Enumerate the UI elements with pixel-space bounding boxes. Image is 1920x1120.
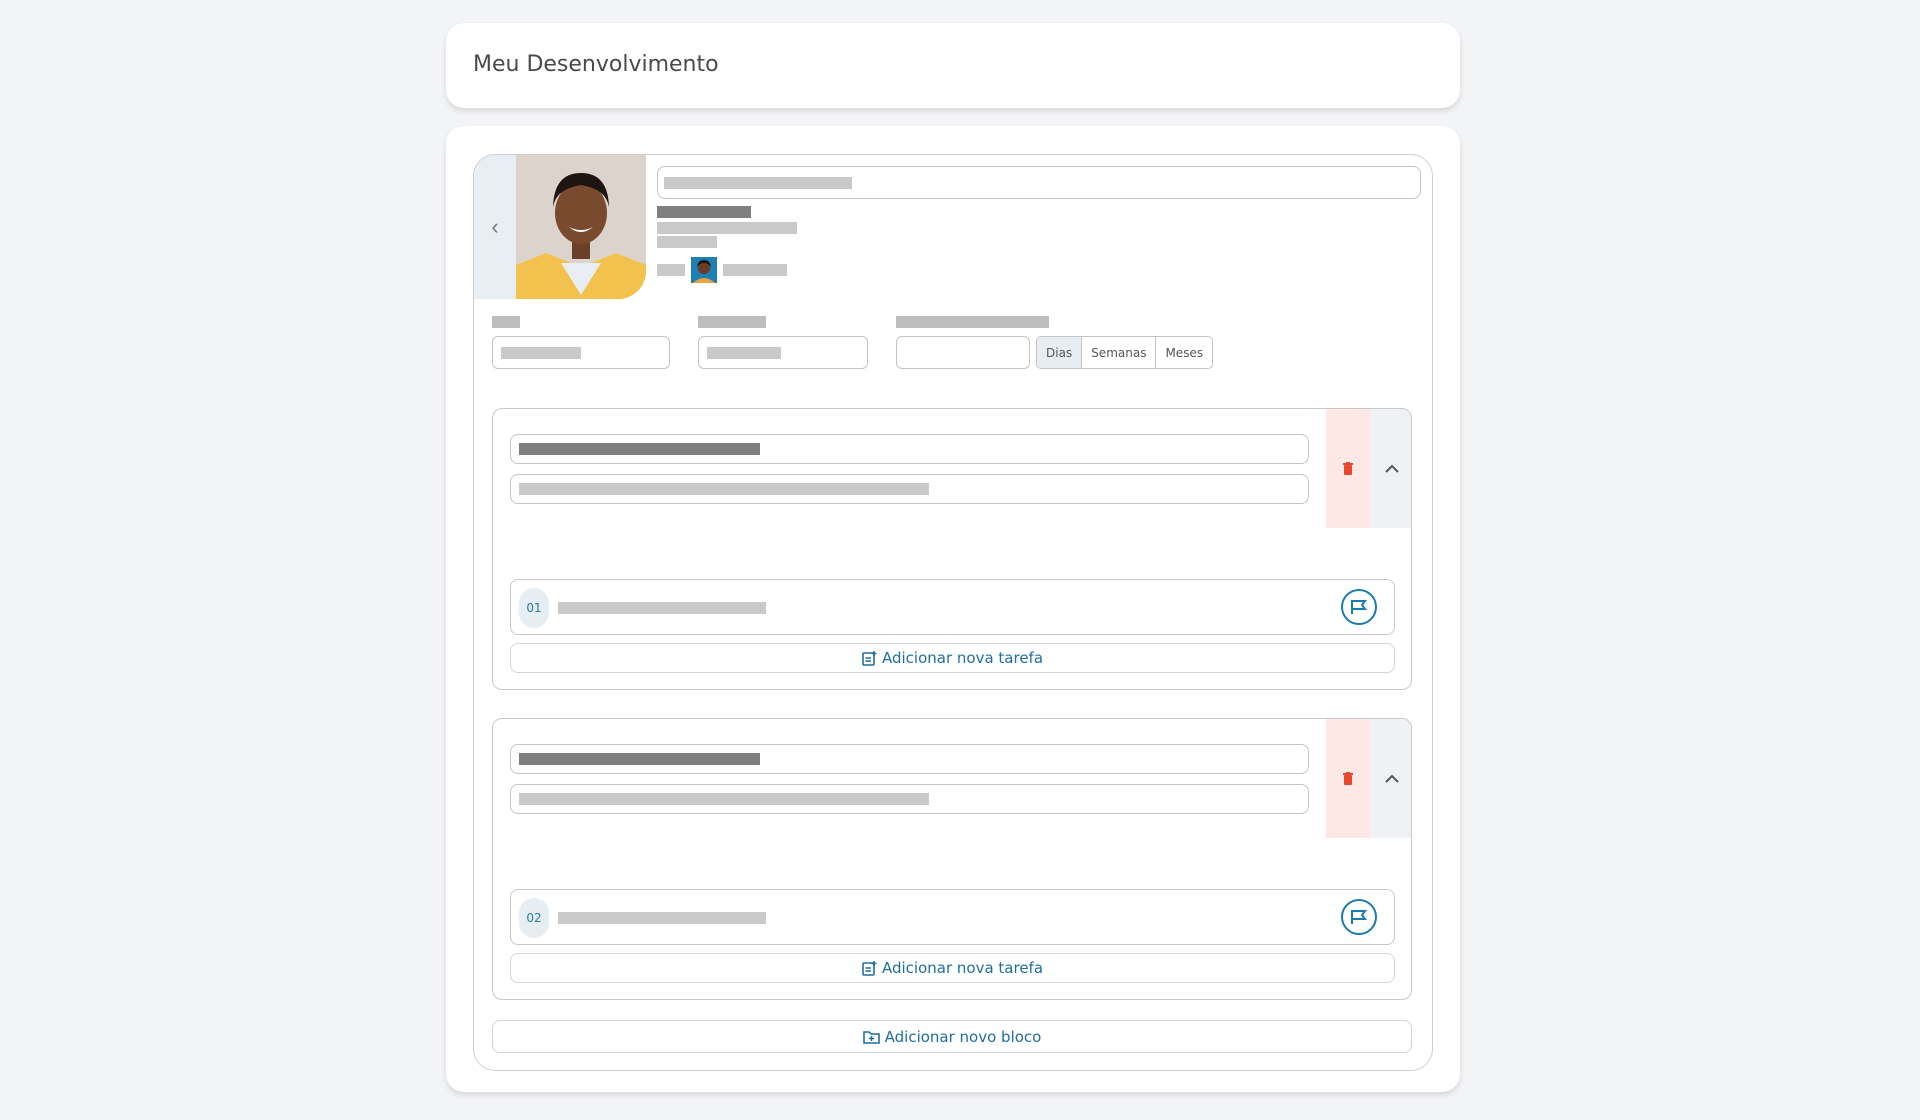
start-date-label	[492, 316, 520, 328]
flag-icon	[1351, 600, 1367, 614]
task-title-placeholder	[558, 602, 766, 614]
delete-block-button[interactable]	[1326, 719, 1370, 838]
delete-block-button[interactable]	[1326, 409, 1370, 528]
start-date-field[interactable]	[492, 336, 670, 369]
duration-label	[896, 316, 1049, 328]
development-block: 02 Adicionar nova tarefa	[492, 718, 1412, 1000]
back-button[interactable]: ‹	[474, 155, 516, 299]
period-option-days[interactable]: Dias	[1037, 337, 1083, 368]
duration-input[interactable]	[896, 336, 1030, 369]
task-goal-button[interactable]	[1341, 899, 1377, 935]
add-task-label: Adicionar nova tarefa	[881, 959, 1044, 977]
period-option-months[interactable]: Meses	[1156, 337, 1212, 368]
page-header: Meu Desenvolvimento	[446, 23, 1460, 108]
add-task-label: Adicionar nova tarefa	[881, 649, 1044, 667]
placeholder-bar	[519, 753, 760, 765]
task-title-placeholder	[558, 912, 766, 924]
block-title-input[interactable]	[510, 744, 1309, 774]
chevron-up-icon	[1384, 774, 1399, 783]
block-description-input[interactable]	[510, 474, 1309, 504]
task-item: 02	[510, 889, 1395, 945]
trash-icon	[1343, 772, 1353, 785]
development-block: 01 Adicionar nova tarefa	[492, 408, 1412, 690]
period-unit-selector: Dias Semanas Meses	[1036, 336, 1214, 369]
block-description-input[interactable]	[510, 784, 1309, 814]
placeholder-bar	[519, 793, 929, 805]
placeholder-bar	[707, 347, 781, 359]
block-title-input[interactable]	[510, 434, 1309, 464]
trash-icon	[1343, 462, 1353, 475]
period-option-weeks[interactable]: Semanas	[1082, 337, 1157, 368]
development-plan-card: ‹ Dias Semanas Meses 01 Adicionar nova t…	[446, 126, 1460, 1092]
task-number: 02	[519, 898, 549, 938]
profile-photo	[516, 155, 646, 299]
placeholder-bar	[519, 483, 929, 495]
collapse-block-button[interactable]	[1370, 409, 1411, 528]
add-task-button[interactable]: Adicionar nova tarefa	[510, 643, 1395, 673]
plan-container: ‹ Dias Semanas Meses 01 Adicionar nova t…	[473, 154, 1433, 1071]
collapse-block-button[interactable]	[1370, 719, 1411, 838]
placeholder-bar	[519, 443, 760, 455]
end-date-label	[698, 316, 766, 328]
chevron-up-icon	[1384, 464, 1399, 473]
add-block-button[interactable]: Adicionar novo bloco	[492, 1020, 1412, 1053]
page-title: Meu Desenvolvimento	[473, 52, 719, 77]
plan-name-input[interactable]	[657, 166, 1421, 199]
flag-icon	[1351, 910, 1367, 924]
task-item: 01	[510, 579, 1395, 635]
employee-dept-placeholder	[657, 236, 717, 248]
task-number: 01	[519, 588, 549, 628]
manager-avatar	[691, 257, 717, 283]
add-folder-icon	[862, 1030, 880, 1044]
add-block-label: Adicionar novo bloco	[884, 1027, 1042, 1046]
task-goal-button[interactable]	[1341, 589, 1377, 625]
add-note-icon	[862, 650, 877, 666]
manager-label-placeholder	[657, 264, 685, 276]
placeholder-bar	[501, 347, 581, 359]
placeholder-bar	[664, 177, 852, 189]
chevron-left-icon: ‹	[491, 214, 499, 239]
manager-name-placeholder	[723, 264, 787, 276]
employee-name-placeholder	[657, 206, 751, 218]
end-date-field[interactable]	[698, 336, 868, 369]
employee-role-placeholder	[657, 222, 797, 234]
add-note-icon	[862, 960, 877, 976]
add-task-button[interactable]: Adicionar nova tarefa	[510, 953, 1395, 983]
